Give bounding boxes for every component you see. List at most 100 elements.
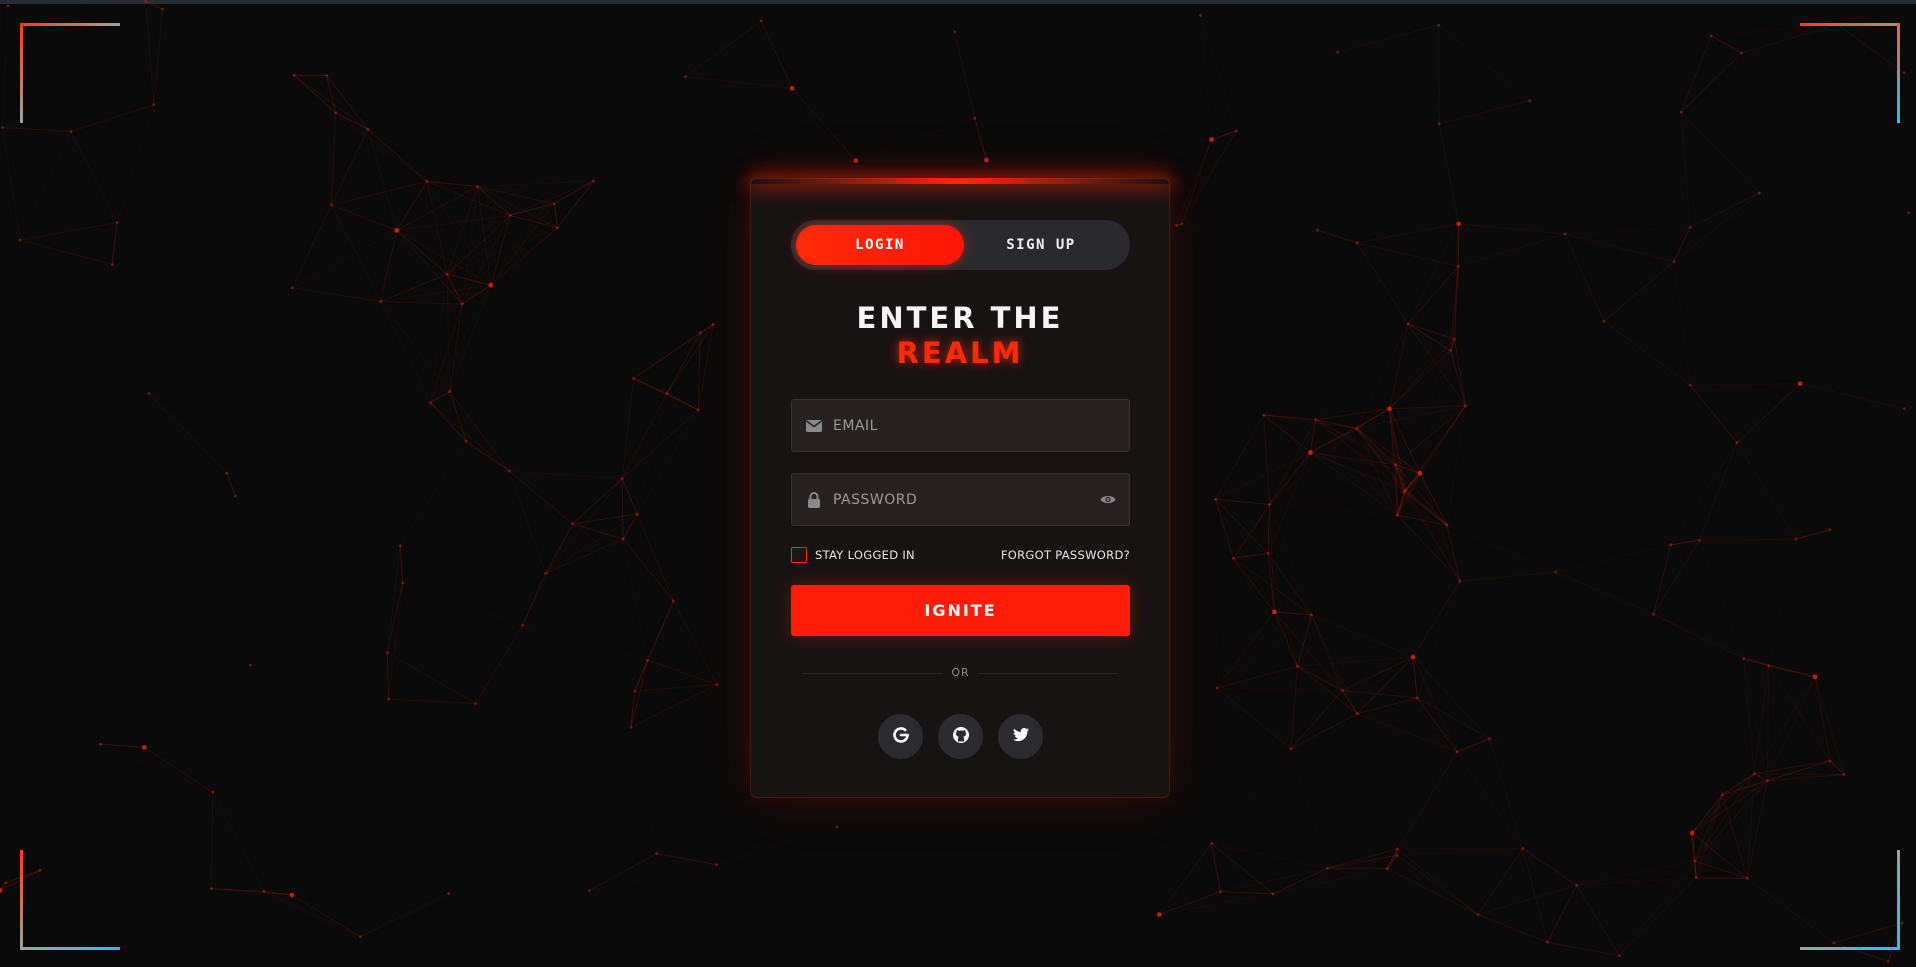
network-link — [1397, 739, 1489, 849]
network-node — [1900, 921, 1904, 925]
network-node — [571, 522, 574, 526]
network-node — [1476, 913, 1480, 916]
network-link — [251, 653, 388, 666]
network-link — [226, 472, 236, 497]
network-node — [1437, 122, 1441, 126]
network-link — [1211, 843, 1221, 892]
password-input[interactable] — [823, 474, 1099, 525]
network-link — [387, 582, 404, 700]
network-node — [325, 74, 329, 77]
network-link — [1769, 666, 1844, 775]
tab-sign-up[interactable]: SIGN UP — [957, 225, 1125, 265]
network-node — [1907, 211, 1911, 215]
twitter-login-button[interactable] — [998, 714, 1043, 759]
network-link — [251, 665, 389, 699]
ignite-submit-button[interactable]: IGNITE — [791, 585, 1130, 636]
corner-decoration-bottom-right — [1800, 850, 1900, 950]
network-link — [509, 471, 623, 539]
network-node — [445, 272, 449, 276]
network-link — [1273, 849, 1397, 894]
github-login-button[interactable] — [938, 714, 983, 759]
network-node — [1199, 14, 1202, 17]
lock-icon — [805, 491, 823, 509]
network-node — [152, 103, 156, 107]
network-node — [4, 881, 8, 885]
network-link — [1217, 688, 1357, 714]
network-link — [396, 229, 448, 275]
network-link — [1211, 842, 1328, 869]
network-link — [449, 284, 492, 392]
tab-login[interactable]: LOGIN — [796, 225, 964, 265]
network-node — [1797, 381, 1803, 387]
network-node — [1794, 537, 1798, 541]
eye-icon[interactable] — [1099, 491, 1117, 509]
network-link — [1317, 224, 1458, 230]
network-node — [1210, 842, 1214, 845]
network-node — [759, 19, 763, 23]
network-node — [1395, 853, 1399, 857]
network-node — [1355, 241, 1359, 245]
network-link — [1268, 420, 1316, 554]
twitter-icon — [1012, 727, 1030, 747]
network-node — [835, 825, 839, 829]
network-node — [289, 892, 295, 898]
email-field — [791, 399, 1130, 452]
network-link — [396, 181, 428, 231]
network-node — [665, 392, 669, 395]
network-node — [1812, 674, 1818, 680]
network-link — [1694, 860, 1748, 879]
network-node — [1752, 772, 1756, 776]
network-node — [401, 581, 405, 585]
network-link — [1796, 539, 1815, 677]
network-link — [621, 478, 624, 539]
google-login-button[interactable] — [878, 714, 923, 759]
network-node — [588, 889, 591, 892]
email-input[interactable] — [823, 400, 1129, 451]
network-link — [331, 204, 397, 231]
network-link — [1214, 414, 1265, 500]
network-node — [1698, 538, 1701, 542]
network-link — [545, 538, 624, 574]
card-top-glow — [751, 178, 1169, 184]
stay-logged-in-option[interactable]: STAY LOGGED IN — [791, 547, 915, 563]
network-link — [291, 204, 332, 289]
network-node — [655, 852, 659, 855]
network-node — [1617, 954, 1621, 958]
network-node — [1767, 664, 1771, 668]
network-node — [1694, 876, 1698, 880]
network-link — [111, 222, 118, 265]
network-node — [1314, 418, 1318, 422]
stay-logged-in-checkbox[interactable] — [791, 547, 807, 563]
network-link — [294, 75, 331, 205]
network-link — [430, 402, 467, 442]
network-link — [1357, 243, 1451, 351]
forgot-password-link[interactable]: FORGOT PASSWORD? — [1001, 547, 1130, 563]
network-link — [446, 203, 555, 275]
network-link — [327, 76, 332, 206]
password-field — [791, 473, 1130, 526]
network-link — [427, 181, 554, 203]
network-node — [1902, 71, 1906, 75]
auth-card: LOGIN SIGN UP ENTER THE REALM EMAIL STAY… — [750, 178, 1170, 798]
network-node — [1355, 712, 1359, 716]
network-link — [1416, 697, 1490, 740]
network-node — [1209, 137, 1215, 142]
network-link — [589, 853, 657, 891]
network-link — [631, 727, 657, 853]
social-login-row — [751, 714, 1169, 760]
network-link — [360, 893, 450, 938]
network-link — [1689, 384, 1738, 444]
network-link — [1396, 848, 1479, 915]
network-node — [1445, 523, 1449, 527]
network-link — [1722, 760, 1831, 796]
network-node — [1406, 322, 1410, 326]
network-link — [1753, 665, 1770, 774]
network-link — [1337, 51, 1440, 125]
network-node — [1326, 866, 1329, 870]
network-link — [426, 181, 463, 305]
network-node — [379, 300, 382, 303]
network-node — [366, 127, 370, 131]
network-node — [1315, 228, 1319, 232]
network-link — [1815, 530, 1830, 677]
network-link — [553, 203, 558, 229]
